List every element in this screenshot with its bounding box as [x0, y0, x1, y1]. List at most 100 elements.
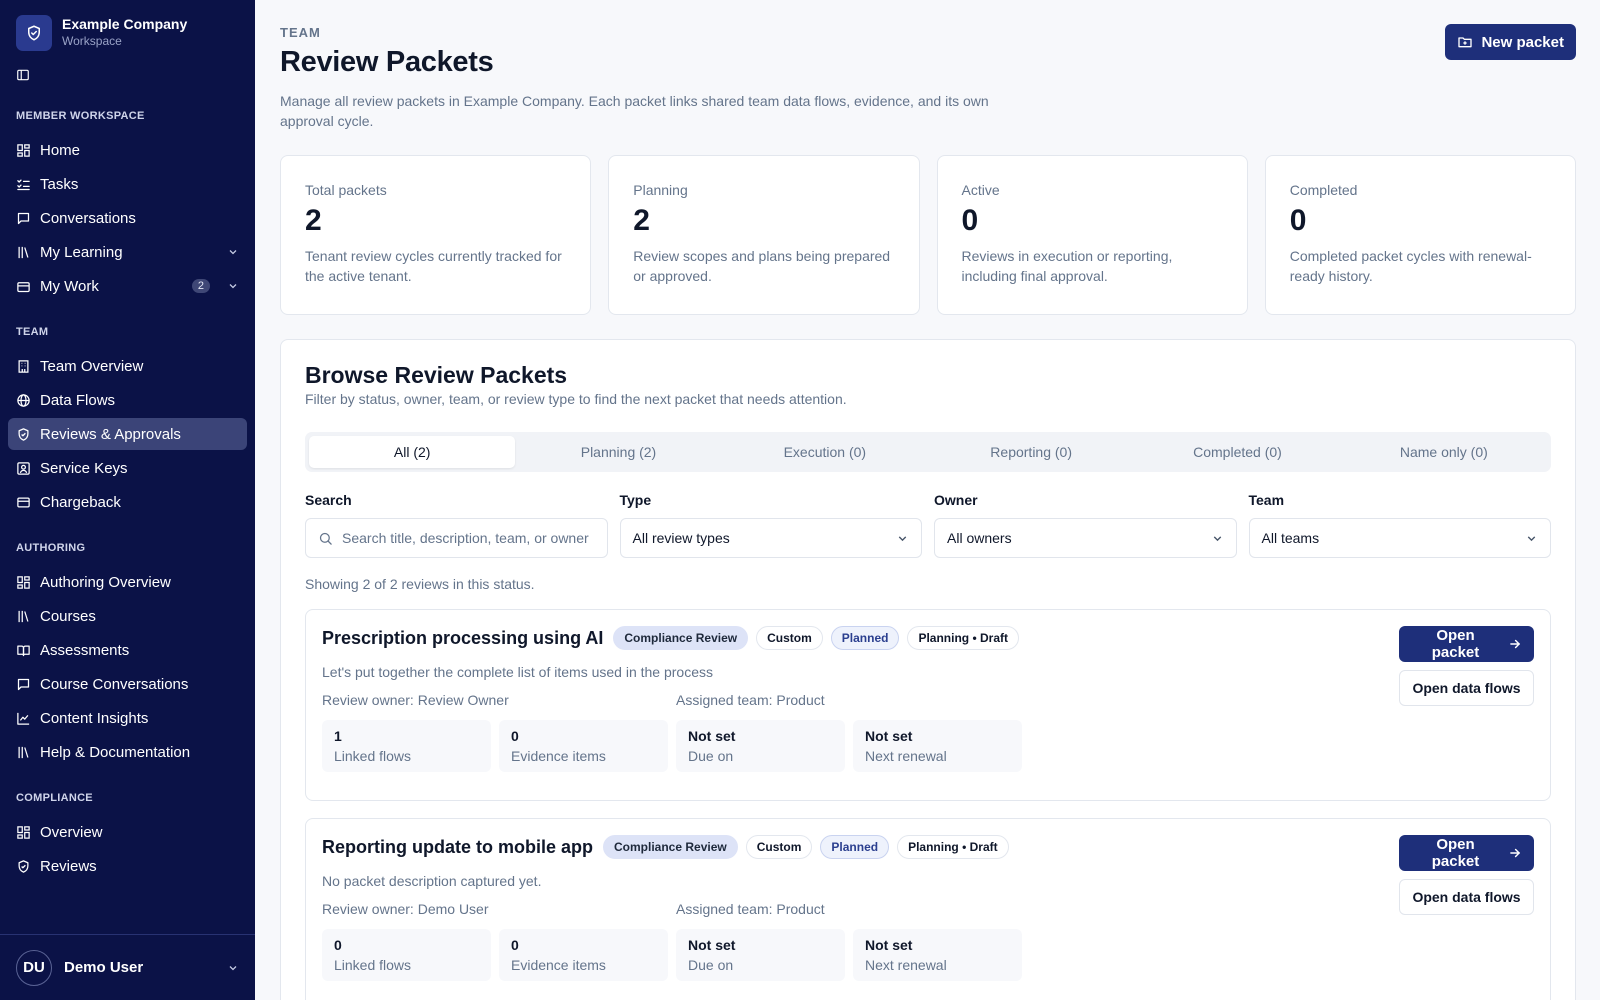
- sidebar-item-tasks[interactable]: Tasks: [8, 168, 247, 200]
- sidebar-nav: MEMBER WORKSPACE Home Tasks Conversation…: [0, 84, 255, 934]
- stat-value: 2: [305, 204, 322, 237]
- packet-title[interactable]: Prescription processing using AI: [322, 628, 603, 649]
- sidebar-item-team-overview[interactable]: Team Overview: [8, 350, 247, 382]
- new-packet-button[interactable]: New packet: [1445, 24, 1576, 60]
- tab-execution[interactable]: Execution (0): [722, 436, 928, 468]
- stat-label: Planning: [633, 182, 688, 198]
- metric-label: Linked flows: [334, 957, 412, 973]
- type-select[interactable]: All review types: [619, 518, 922, 558]
- open-packet-button[interactable]: Open packet: [1399, 626, 1534, 662]
- metric-label: Due on: [688, 957, 734, 973]
- packet-card: Reporting update to mobile app Complianc…: [305, 818, 1551, 1000]
- metric-next-renewal: Not set Next renewal: [853, 929, 1022, 981]
- sidebar-toggle-icon[interactable]: [16, 68, 32, 84]
- open-data-flows-button[interactable]: Open data flows: [1399, 879, 1534, 915]
- metric-due-on: Not set Due on: [676, 720, 845, 772]
- count-badge: 2: [191, 279, 210, 293]
- brand[interactable]: Example Company Workspace: [0, 0, 255, 62]
- user-menu[interactable]: DU Demo User: [0, 934, 255, 1000]
- tab-completed[interactable]: Completed (0): [1134, 436, 1340, 468]
- grid-icon: [16, 143, 31, 158]
- packet-team: Assigned team: Product: [676, 692, 825, 708]
- packet-card: Prescription processing using AI Complia…: [305, 609, 1551, 801]
- open-data-flows-button[interactable]: Open data flows: [1399, 670, 1534, 706]
- metric-linked-flows: 0 Linked flows: [322, 929, 491, 981]
- sidebar-item-chargeback[interactable]: Chargeback: [8, 486, 247, 518]
- stat-card-active: Active 0 Reviews in execution or reporti…: [936, 155, 1248, 315]
- sidebar-item-reviews-approvals[interactable]: Reviews & Approvals: [8, 418, 247, 450]
- metric-evidence-items: 0 Evidence items: [499, 720, 668, 772]
- team-select[interactable]: All teams: [1248, 518, 1551, 558]
- tab-reporting[interactable]: Reporting (0): [928, 436, 1134, 468]
- line-chart-icon: [16, 711, 31, 726]
- metric-due-on: Not set Due on: [676, 929, 845, 981]
- sidebar-item-label: Authoring Overview: [40, 573, 171, 591]
- sidebar-item-help-docs[interactable]: Help & Documentation: [8, 736, 247, 768]
- arrow-right-icon: [1508, 637, 1522, 651]
- sidebar-item-my-work[interactable]: My Work 2: [8, 270, 247, 302]
- chat-icon: [16, 677, 31, 692]
- stage-badge: Planning • Draft: [907, 626, 1020, 650]
- filter-label: Type: [619, 492, 652, 508]
- stat-value: 0: [1289, 204, 1307, 237]
- sidebar-item-label: Help & Documentation: [40, 743, 191, 761]
- chevron-down-icon[interactable]: [227, 280, 239, 292]
- sidebar-item-service-keys[interactable]: Service Keys: [8, 452, 247, 484]
- folder-plus-icon: [1457, 34, 1473, 50]
- packet-metrics: 0 Linked flows 0 Evidence items Not set …: [322, 929, 1534, 981]
- sidebar-item-conversations[interactable]: Conversations: [8, 202, 247, 234]
- chevron-down-icon[interactable]: [227, 246, 239, 258]
- tab-all[interactable]: All (2): [309, 436, 516, 468]
- tab-planning[interactable]: Planning (2): [515, 436, 721, 468]
- brand-name: Example Company: [62, 16, 188, 32]
- filter-team: Team All teams: [1248, 492, 1551, 558]
- open-packet-button[interactable]: Open packet: [1399, 835, 1534, 871]
- sidebar-item-label: Assessments: [40, 641, 130, 659]
- sidebar-item-content-insights[interactable]: Content Insights: [8, 702, 247, 734]
- stat-value: 0: [961, 204, 979, 237]
- owner-select[interactable]: All owners: [934, 518, 1237, 558]
- chevron-down-icon: [1525, 532, 1538, 545]
- sidebar-item-label: Team Overview: [40, 357, 144, 375]
- library-icon: [16, 745, 31, 760]
- sidebar-item-label: Service Keys: [40, 459, 128, 477]
- chevron-down-icon[interactable]: [227, 962, 239, 974]
- metric-value: 0: [334, 937, 342, 953]
- grid-icon: [16, 575, 31, 590]
- brand-subtitle: Workspace: [62, 34, 122, 48]
- sidebar-item-course-conversations[interactable]: Course Conversations: [8, 668, 247, 700]
- stats-row: Total packets 2 Tenant review cycles cur…: [280, 155, 1576, 315]
- stat-card-planning: Planning 2 Review scopes and plans being…: [608, 155, 920, 315]
- sidebar-item-courses[interactable]: Courses: [8, 600, 247, 632]
- sidebar-item-compliance-overview[interactable]: Overview: [8, 816, 247, 848]
- filter-owner: Owner All owners: [934, 492, 1237, 558]
- search-field[interactable]: [305, 518, 608, 558]
- sidebar-item-label: Data Flows: [40, 391, 116, 409]
- sidebar-item-home[interactable]: Home: [8, 134, 247, 166]
- sidebar-item-data-flows[interactable]: Data Flows: [8, 384, 247, 416]
- team-select-value: All teams: [1261, 530, 1320, 546]
- book-open-icon: [16, 643, 31, 658]
- sidebar-item-authoring-overview[interactable]: Authoring Overview: [8, 566, 247, 598]
- packet-metrics: 1 Linked flows 0 Evidence items Not set …: [322, 720, 1534, 772]
- sidebar-item-label: My Work: [40, 277, 99, 295]
- sidebar-item-label: Chargeback: [40, 493, 121, 511]
- tab-name-only[interactable]: Name only (0): [1341, 436, 1547, 468]
- status-badge: Planned: [830, 626, 900, 650]
- stat-card-completed: Completed 0 Completed packet cycles with…: [1264, 155, 1576, 315]
- sidebar-item-my-learning[interactable]: My Learning: [8, 236, 247, 268]
- arrow-right-icon: [1508, 846, 1522, 860]
- search-icon: [318, 531, 333, 546]
- filter-label: Search: [305, 492, 352, 508]
- stat-description: Review scopes and plans being prepared o…: [633, 248, 891, 284]
- packet-title[interactable]: Reporting update to mobile app: [322, 837, 593, 858]
- metric-label: Linked flows: [334, 748, 412, 764]
- sidebar-item-compliance-reviews[interactable]: Reviews: [8, 850, 247, 882]
- library-icon: [16, 245, 31, 260]
- results-count: Showing 2 of 2 reviews in this status.: [305, 576, 535, 592]
- sidebar-item-assessments[interactable]: Assessments: [8, 634, 247, 666]
- id-card-icon: [16, 461, 31, 476]
- search-input[interactable]: [342, 530, 595, 546]
- stat-description: Tenant review cycles currently tracked f…: [305, 248, 562, 284]
- sidebar-item-label: Home: [40, 141, 81, 159]
